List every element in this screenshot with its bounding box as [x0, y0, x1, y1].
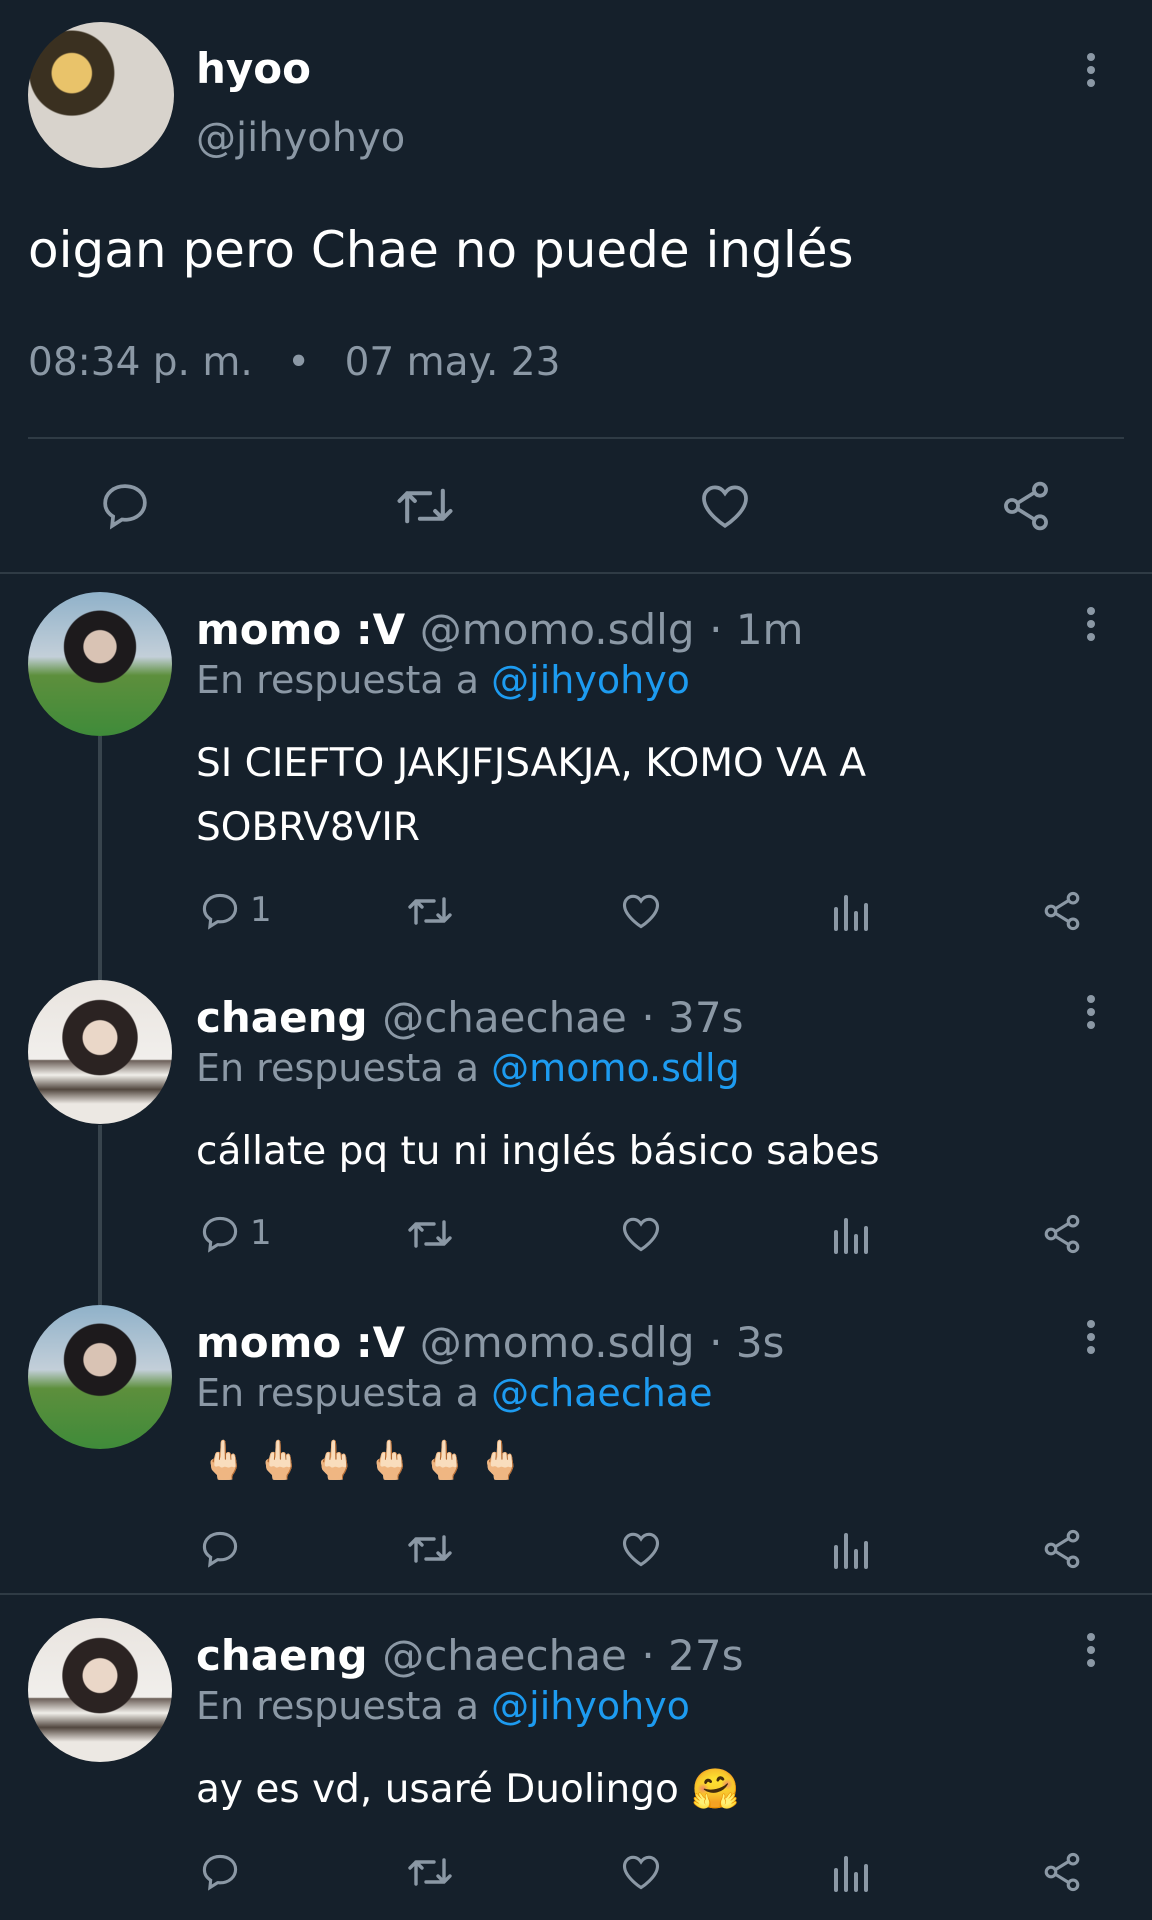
reply-header: chaeng @chaechae · 37s — [196, 993, 743, 1042]
reply-text: 🖕🏻🖕🏻🖕🏻🖕🏻🖕🏻🖕🏻 — [200, 1438, 532, 1482]
more-vertical-icon[interactable] — [1087, 607, 1097, 646]
reply-text: cállate pq tu ni inglés básico sabes — [196, 1120, 880, 1184]
reply-header: momo :V @momo.sdlg · 1m — [196, 605, 803, 654]
views-icon[interactable] — [830, 889, 870, 933]
reply-count: 1 — [250, 1213, 272, 1253]
heart-icon[interactable] — [618, 1212, 664, 1256]
more-vertical-icon[interactable] — [1087, 1633, 1097, 1672]
reply-mention-link[interactable]: @momo.sdlg — [491, 1046, 740, 1090]
reply-context: En respuesta a @jihyohyo — [196, 658, 690, 702]
more-vertical-icon[interactable] — [1087, 995, 1097, 1034]
reply-text-line: SOBRV8VIR — [196, 805, 420, 850]
author-handle[interactable]: @chaechae — [382, 1631, 627, 1680]
reply-icon[interactable] — [198, 1850, 242, 1894]
author-handle[interactable]: @jihyohyo — [196, 115, 405, 161]
tweet-time: 08:34 p. m. — [28, 340, 253, 385]
retweet-icon[interactable] — [405, 889, 455, 933]
reply-text: SI CIEFTO JAKJFJSAKJA, KOMO VA A SOBRV8V… — [196, 732, 866, 860]
reply-mention-link[interactable]: @jihyohyo — [491, 658, 690, 702]
reply-time: · 3s — [709, 1318, 785, 1367]
share-icon[interactable] — [1040, 1527, 1084, 1571]
reply-context: En respuesta a @chaechae — [196, 1371, 712, 1415]
retweet-icon[interactable] — [394, 478, 456, 534]
share-icon[interactable] — [1040, 889, 1084, 933]
reply-icon[interactable] — [97, 478, 153, 534]
reply-header: chaeng @chaechae · 27s — [196, 1631, 743, 1680]
author-name[interactable]: momo :V — [196, 605, 405, 654]
divider — [0, 572, 1152, 574]
tweet-date: 07 may. 23 — [344, 340, 561, 385]
retweet-icon[interactable] — [405, 1527, 455, 1571]
reply-context: En respuesta a @momo.sdlg — [196, 1046, 740, 1090]
reply-prefix: En respuesta a — [196, 658, 480, 702]
avatar[interactable] — [28, 592, 172, 736]
meta-separator: • — [287, 340, 311, 385]
more-vertical-icon[interactable] — [1087, 1320, 1097, 1359]
reply-count: 1 — [250, 890, 272, 930]
tweet-meta: 08:34 p. m. • 07 may. 23 — [28, 340, 560, 385]
author-name[interactable]: momo :V — [196, 1318, 405, 1367]
thread-line — [98, 1125, 102, 1305]
reply-context: En respuesta a @jihyohyo — [196, 1684, 690, 1728]
heart-icon[interactable] — [618, 1850, 664, 1894]
reply-header: momo :V @momo.sdlg · 3s — [196, 1318, 784, 1367]
retweet-icon[interactable] — [405, 1850, 455, 1894]
author-handle[interactable]: @chaechae — [382, 993, 627, 1042]
tweet-thread-screen: hyoo @jihyohyo oigan pero Chae no puede … — [0, 0, 1152, 1920]
avatar[interactable] — [28, 22, 174, 168]
divider — [28, 437, 1124, 439]
reply-time: · 27s — [641, 1631, 744, 1680]
reply-text-line: cállate pq tu ni inglés básico sabes — [196, 1129, 880, 1174]
share-icon[interactable] — [1040, 1212, 1084, 1256]
reply-text-line: SI CIEFTO JAKJFJSAKJA, KOMO VA A — [196, 741, 867, 786]
more-vertical-icon[interactable] — [1087, 53, 1097, 92]
heart-icon[interactable] — [618, 889, 664, 933]
reply-mention-link[interactable]: @chaechae — [491, 1371, 712, 1415]
reply-time: · 37s — [641, 993, 744, 1042]
author-name[interactable]: chaeng — [196, 993, 368, 1042]
tweet-text: oigan pero Chae no puede inglés — [28, 221, 854, 279]
author-handle[interactable]: @momo.sdlg — [420, 1318, 695, 1367]
share-icon[interactable] — [998, 478, 1054, 534]
heart-icon[interactable] — [618, 1527, 664, 1571]
reply-text: ay es vd, usaré Duolingo 🤗 — [196, 1758, 740, 1822]
author-name[interactable]: chaeng — [196, 1631, 368, 1680]
views-icon[interactable] — [830, 1212, 870, 1256]
share-icon[interactable] — [1040, 1850, 1084, 1894]
author-name[interactable]: hyoo — [196, 44, 311, 93]
reply-prefix: En respuesta a — [196, 1371, 480, 1415]
author-handle[interactable]: @momo.sdlg — [420, 605, 695, 654]
views-icon[interactable] — [830, 1850, 870, 1894]
reply-icon[interactable] — [198, 889, 242, 933]
avatar[interactable] — [28, 1618, 172, 1762]
reply-prefix: En respuesta a — [196, 1046, 480, 1090]
retweet-icon[interactable] — [405, 1212, 455, 1256]
reply-icon[interactable] — [198, 1212, 242, 1256]
reply-time: · 1m — [709, 605, 804, 654]
reply-mention-link[interactable]: @jihyohyo — [491, 1684, 690, 1728]
reply-icon[interactable] — [198, 1527, 242, 1571]
avatar[interactable] — [28, 1305, 172, 1449]
avatar[interactable] — [28, 980, 172, 1124]
reply-prefix: En respuesta a — [196, 1684, 480, 1728]
views-icon[interactable] — [830, 1527, 870, 1571]
heart-icon[interactable] — [696, 478, 754, 534]
thread-line — [98, 736, 102, 980]
reply-text-line: ay es vd, usaré Duolingo 🤗 — [196, 1767, 740, 1812]
divider — [0, 1593, 1152, 1595]
